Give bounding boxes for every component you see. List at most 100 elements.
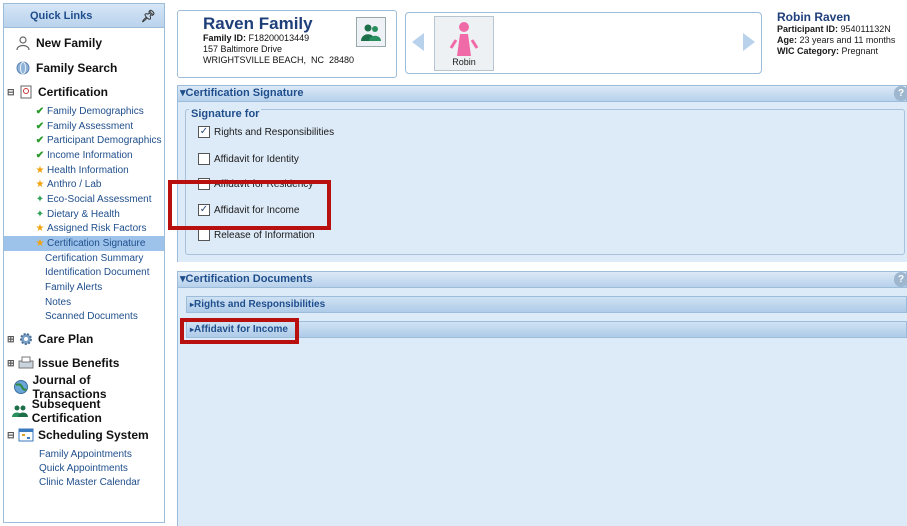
sidebar-item-dietary-health[interactable]: ✦ Dietary & Health [4, 207, 164, 222]
sidebar-item-label: Family Demographics [47, 105, 144, 117]
help-icon[interactable]: ? [894, 86, 907, 101]
sidebar-item-notes[interactable]: Notes [4, 295, 164, 310]
certification-label: Certification [38, 85, 109, 99]
income-document-highlight [180, 318, 299, 344]
issue-benefits-section[interactable]: ⊞ Issue Benefits [4, 351, 164, 375]
sidebar-item-anthro-lab[interactable]: ★ Anthro / Lab [4, 177, 164, 192]
participant-category-value: Pregnant [841, 46, 879, 56]
sidebar-item-label: Certification Summary [45, 252, 144, 264]
sidebar-item-label: Assigned Risk Factors [47, 223, 147, 235]
subsequent-certification-label: Subsequent Certification [31, 397, 102, 426]
person-icon [14, 35, 32, 51]
participant-id-line: Participant ID: 954011132N [777, 24, 907, 35]
sidebar-item-assigned-risk-factors[interactable]: ★ Assigned Risk Factors [4, 222, 164, 237]
star-icon: ★ [35, 223, 45, 235]
sidebar-item-label: Family Appointments [39, 448, 132, 460]
check-icon: ✔ [35, 105, 45, 117]
subsequent-certification-section[interactable]: Subsequent Certification [4, 397, 164, 426]
search-icon [14, 60, 32, 76]
sidebar-item-eco-social-assessment[interactable]: ✦ Eco-Social Assessment [4, 192, 164, 207]
sidebar-item-family-alerts[interactable]: Family Alerts [4, 280, 164, 295]
sidebar-item-health-information[interactable]: ★ Health Information [4, 163, 164, 178]
sidebar-item-label: Dietary & Health [47, 208, 120, 220]
check-icon: ✔ [35, 149, 45, 161]
doc-title: Rights and Responsibilities [194, 299, 326, 310]
people-icon [12, 403, 29, 419]
care-plan-section[interactable]: ⊞ Care Plan [4, 327, 164, 351]
carousel-left-arrow[interactable] [412, 33, 424, 51]
affidavit-identity-option[interactable]: Affidavit for Identity [198, 153, 299, 165]
sidebar-item-label: Anthro / Lab [47, 179, 102, 191]
care-plan-label: Care Plan [38, 332, 94, 347]
star-icon: ★ [35, 238, 45, 250]
release-information-checkbox[interactable] [198, 229, 210, 241]
sidebar-item-label: Eco-Social Assessment [47, 193, 152, 205]
member-carousel: Robin [405, 12, 762, 74]
rights-responsibilities-option[interactable]: ✓ Rights and Responsibilities [198, 126, 334, 138]
collapse-icon[interactable]: ⊟ [7, 87, 17, 98]
sidebar-item-label: Income Information [47, 149, 133, 161]
quick-links-header: Quick Links 📌︎ [4, 4, 164, 28]
signature-for-legend: Signature for [189, 108, 262, 120]
expand-icon[interactable]: ⊞ [7, 358, 17, 369]
sidebar-item-income-information[interactable]: ✔ Income Information [4, 148, 164, 163]
carousel-right-arrow[interactable] [743, 33, 755, 51]
sidebar-item-family-appointments[interactable]: Family Appointments [4, 447, 164, 461]
income-checkbox-highlight [168, 180, 331, 230]
sidebar-item-label: Family Alerts [45, 282, 103, 294]
family-id-value: F18200013449 [248, 33, 310, 43]
scheduling-system-section[interactable]: ⊟ Scheduling System [4, 423, 164, 447]
panel-title: Certification Documents [185, 273, 313, 285]
scheduling-system-label: Scheduling System [38, 428, 149, 443]
gear-icon [17, 331, 35, 347]
sidebar-item-label: Scanned Documents [45, 311, 138, 323]
sidebar-item-scanned-documents[interactable]: Scanned Documents [4, 310, 164, 325]
certification-documents-header[interactable]: ▾Certification Documents ? [177, 271, 907, 288]
rights-responsibilities-checkbox[interactable]: ✓ [198, 126, 210, 138]
doc-rights-responsibilities[interactable]: ▸Rights and Responsibilities [186, 296, 907, 313]
clover-icon: ✦ [35, 193, 45, 205]
participant-info: Robin Raven Participant ID: 954011132N A… [777, 10, 907, 57]
sidebar-item-clinic-master-calendar[interactable]: Clinic Master Calendar [4, 475, 164, 489]
family-search-link[interactable]: Family Search [4, 55, 164, 80]
printer-icon [17, 355, 35, 371]
member-card[interactable]: Robin [434, 16, 494, 71]
issue-benefits-label: Issue Benefits [38, 356, 120, 371]
panel-title: Certification Signature [185, 87, 304, 99]
clover-icon: ✦ [35, 208, 45, 220]
sidebar-item-certification-summary[interactable]: Certification Summary [4, 251, 164, 266]
new-family-link[interactable]: New Family [4, 30, 164, 55]
family-address-line2: WRIGHTSVILLE BEACH, NC 28480 [203, 55, 355, 65]
journal-of-transactions-section[interactable]: Journal of Transactions [4, 373, 164, 401]
certification-section[interactable]: ⊟ Certification [4, 80, 164, 104]
participant-category-label: WIC Category: [777, 46, 840, 56]
help-icon[interactable]: ? [894, 272, 907, 287]
sidebar-item-participant-demographics[interactable]: ✔ Participant Demographics [4, 133, 164, 148]
certification-signature-header[interactable]: ▾Certification Signature ? [177, 85, 907, 102]
sidebar-item-family-assessment[interactable]: ✔ Family Assessment [4, 119, 164, 134]
sidebar-item-label: Family Assessment [47, 120, 134, 132]
sidebar-item-label: Certification Signature [47, 238, 146, 250]
affidavit-identity-checkbox[interactable] [198, 153, 210, 165]
family-header: Raven Family Family ID: F18200013449 157… [177, 10, 907, 80]
expand-icon[interactable]: ⊞ [7, 334, 17, 345]
checkbox-label: Affidavit for Identity [214, 153, 299, 165]
collapse-icon[interactable]: ⊟ [7, 430, 17, 441]
globe-icon [12, 379, 29, 395]
member-name: Robin [452, 57, 476, 67]
pin-icon[interactable]: 📌︎ [141, 9, 156, 23]
sidebar-item-family-demographics[interactable]: ✔ Family Demographics [4, 104, 164, 119]
family-id-label: Family ID: [203, 33, 247, 43]
release-information-option[interactable]: Release of Information [198, 229, 315, 241]
family-members-icon[interactable] [356, 17, 386, 47]
participant-age-label: Age: [777, 35, 797, 45]
participant-id-label: Participant ID: [777, 24, 839, 34]
sidebar-item-label: Participant Demographics [47, 135, 162, 147]
sidebar-item-certification-signature[interactable]: ★ Certification Signature [4, 236, 164, 251]
calendar-icon [17, 427, 35, 443]
sidebar-item-quick-appointments[interactable]: Quick Appointments [4, 461, 164, 475]
new-family-label: New Family [36, 35, 103, 50]
checkbox-label: Release of Information [214, 229, 315, 241]
sidebar-item-label: Quick Appointments [39, 462, 128, 474]
sidebar-item-identification-document[interactable]: Identification Document [4, 266, 164, 281]
